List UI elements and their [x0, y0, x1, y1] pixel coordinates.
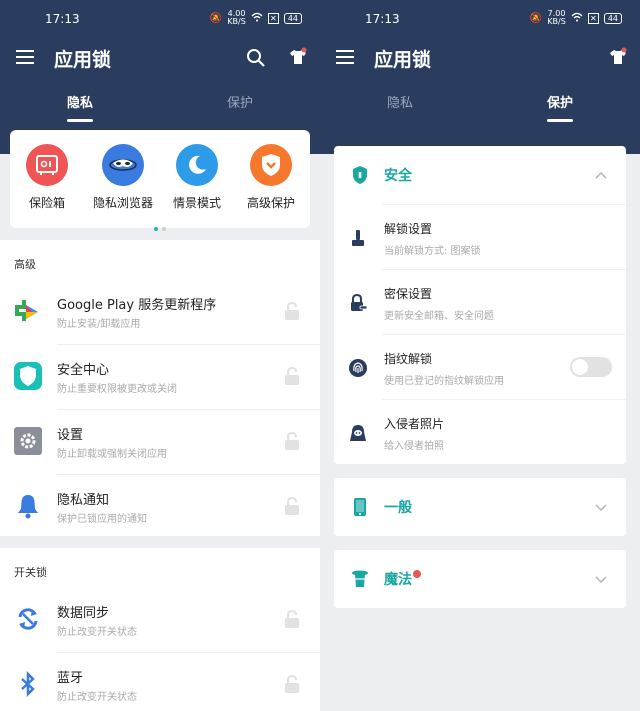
section-title: 高级 [14, 258, 36, 271]
menu-icon[interactable] [336, 50, 354, 64]
intruder-photo-row[interactable]: 入侵者照片 给入侵者拍照 [350, 399, 626, 464]
left-screen: 17:13 🔕 4.00 KB/S ✕ 44 应用锁 隐私 保护 保险箱 隐私浏… [0, 0, 320, 711]
chevron-down-icon[interactable] [594, 572, 608, 586]
tab-privacy[interactable]: 隐私 [30, 92, 130, 122]
feature-private-browser[interactable]: 隐私浏览器 [88, 144, 158, 211]
status-bar: 17:13 🔕 4.00 KB/S ✕ 44 [0, 0, 320, 38]
page-title: 应用锁 [54, 49, 112, 71]
unlock-settings-row[interactable]: 解锁设置 当前解锁方式: 图案锁 [352, 204, 626, 269]
fingerprint-toggle[interactable] [570, 357, 612, 377]
unlocked-icon[interactable] [284, 497, 300, 515]
general-card[interactable]: 一般 [334, 478, 626, 536]
feature-advanced-protection[interactable]: 高级保护 [236, 144, 306, 211]
app-row-security-center[interactable]: 安全中心 防止重要权限被更改或关闭 [0, 345, 320, 410]
mask-icon [102, 144, 144, 186]
app-row-settings[interactable]: 设置 防止卸载或强制关闭应用 [0, 410, 320, 475]
shield-icon [353, 166, 367, 184]
security-card: 安全 解锁设置 当前解锁方式: 图案锁 密保设置 更新安全邮箱、安全问题 指纹解… [334, 146, 626, 464]
search-icon[interactable] [246, 48, 266, 68]
chevron-down-icon[interactable] [594, 500, 608, 514]
feature-scene-mode[interactable]: 情景模式 [162, 144, 232, 211]
notification-dot [413, 570, 421, 578]
app-row-privacy-notification[interactable]: 隐私通知 保护已锁应用的通知 [0, 475, 320, 540]
theme-shirt-icon[interactable] [608, 47, 628, 67]
unlocked-icon[interactable] [284, 302, 300, 320]
fingerprint-icon [349, 359, 367, 377]
tab-protection[interactable]: 保护 [190, 92, 290, 111]
unlocked-icon[interactable] [284, 675, 300, 693]
feature-label: 高级保护 [246, 196, 295, 210]
security-header[interactable]: 安全 [334, 146, 626, 204]
feature-vault[interactable]: 保险箱 [12, 144, 82, 211]
menu-icon[interactable] [16, 50, 34, 64]
moon-icon [176, 144, 218, 186]
status-bar: 17:13 🔕 7.00 KB/S ✕ 44 [320, 0, 640, 38]
app-row-bluetooth[interactable]: 蓝牙 防止改变开关状态 [0, 653, 320, 711]
no-sim-icon: ✕ [267, 12, 279, 24]
security-question-row[interactable]: 密保设置 更新安全邮箱、安全问题 [351, 269, 626, 334]
unlocked-icon[interactable] [284, 367, 300, 385]
settings-gear-icon [14, 427, 42, 455]
advanced-section: 高级 Google Play 服务更新程序 防止安装/卸载应用 安全中心 防止重… [0, 240, 320, 536]
feature-card: 保险箱 隐私浏览器 情景模式 高级保护 [10, 130, 310, 231]
wifi-icon [571, 12, 583, 25]
vault-icon [26, 144, 68, 186]
magic-hat-icon [352, 570, 368, 587]
fingerprint-unlock-row[interactable]: 指纹解锁 使用已登记的指纹解锁应用 [349, 334, 626, 399]
page-indicator [10, 216, 310, 235]
lock-key-icon [351, 293, 368, 311]
app-bar: 应用锁 [320, 38, 640, 80]
status-time: 17:13 [45, 12, 80, 26]
page-title: 应用锁 [374, 49, 432, 71]
bell-icon [18, 495, 38, 519]
no-sim-icon: ✕ [587, 12, 599, 24]
google-play-services-icon [15, 300, 38, 321]
feature-label: 情景模式 [172, 196, 221, 210]
tab-bar: 隐私 保护 [320, 80, 640, 132]
app-bar: 应用锁 [0, 38, 320, 80]
feature-label: 隐私浏览器 [92, 196, 153, 210]
tab-bar: 隐私 保护 [0, 80, 320, 132]
bluetooth-icon [21, 670, 35, 698]
phone-icon [354, 498, 366, 516]
network-speed: 4.00 KB/S [227, 9, 246, 26]
network-speed: 7.00 KB/S [547, 9, 566, 26]
intruder-icon [350, 425, 366, 441]
app-row-data-sync[interactable]: 数据同步 防止改变开关状态 [0, 588, 320, 653]
tab-protection[interactable]: 保护 [510, 92, 610, 122]
magic-card[interactable]: 魔法 [334, 550, 626, 608]
bell-off-icon: 🔕 [209, 12, 223, 24]
unlocked-icon[interactable] [284, 610, 300, 628]
battery-icon: 44 [283, 12, 302, 24]
feature-label: 保险箱 [28, 196, 65, 210]
app-row-google-play[interactable]: Google Play 服务更新程序 防止安装/卸载应用 [0, 280, 320, 345]
switch-lock-section: 开关锁 数据同步 防止改变开关状态 蓝牙 防止改变开关状态 [0, 548, 320, 711]
wifi-icon [251, 12, 263, 25]
shield-icon [250, 144, 292, 186]
unlock-settings-icon [352, 230, 364, 246]
theme-shirt-icon[interactable] [288, 47, 308, 67]
tab-privacy[interactable]: 隐私 [350, 92, 450, 111]
status-time: 17:13 [365, 12, 400, 26]
section-title: 开关锁 [14, 566, 47, 579]
chevron-up-icon[interactable] [594, 168, 608, 182]
security-center-icon [14, 362, 42, 390]
unlocked-icon[interactable] [284, 432, 300, 450]
sync-icon [18, 608, 38, 630]
battery-icon: 44 [603, 12, 622, 24]
bell-off-icon: 🔕 [529, 12, 543, 24]
